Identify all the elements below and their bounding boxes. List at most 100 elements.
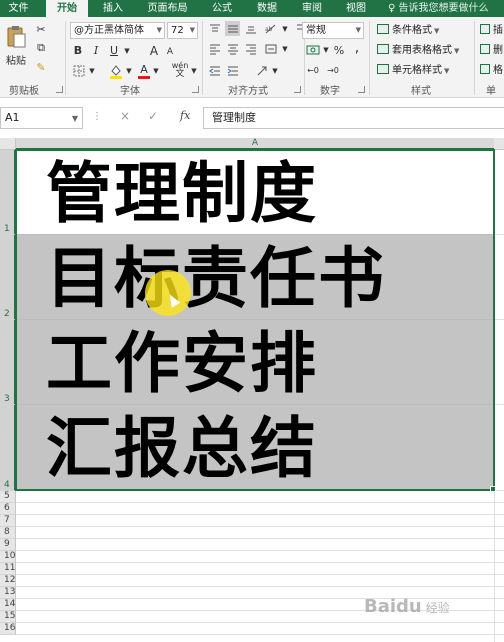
align-left-icon[interactable]	[207, 41, 222, 56]
column-header-a[interactable]: A	[16, 138, 494, 150]
conditional-format-button[interactable]: 条件格式 ▼	[377, 23, 439, 39]
cell-b1[interactable]	[494, 150, 504, 235]
row-header-4[interactable]: 4	[0, 405, 16, 491]
tab-file[interactable]: 文件	[0, 0, 37, 17]
tell-me-search[interactable]: ♀ 告诉我您想要做什么	[388, 0, 489, 17]
cell-a3[interactable]: 工作安排	[16, 320, 494, 405]
row-7[interactable]	[16, 515, 504, 527]
decrease-decimal-icon[interactable]: →0	[325, 63, 341, 77]
format-as-table-button[interactable]: 套用表格格式 ▼	[377, 43, 459, 59]
cell-a4[interactable]: 汇报总结	[16, 405, 494, 491]
align-top-icon[interactable]	[207, 21, 222, 36]
cell-a1[interactable]: 管理制度	[16, 150, 494, 235]
chevron-down-icon[interactable]: ▼	[322, 43, 330, 57]
bold-button[interactable]: B	[72, 43, 84, 58]
tab-insert[interactable]: 插入	[94, 0, 132, 17]
chevron-down-icon[interactable]: ▼	[122, 43, 132, 58]
row-6[interactable]	[16, 503, 504, 515]
tab-review[interactable]: 审阅	[293, 0, 331, 17]
align-right-icon[interactable]	[243, 41, 258, 56]
row-9[interactable]	[16, 539, 504, 551]
row-header-16[interactable]: 16	[0, 623, 16, 635]
phonetic-button[interactable]: wén 文	[172, 62, 189, 79]
number-launcher-icon[interactable]	[358, 86, 365, 93]
font-size-select[interactable]: 72 ▼	[167, 22, 198, 39]
row-header-9[interactable]: 9	[0, 539, 16, 551]
row-header-5[interactable]: 5	[0, 491, 16, 503]
row-header-2[interactable]: 2	[0, 235, 16, 320]
tab-page-layout[interactable]: 页面布局	[140, 0, 195, 17]
clipboard-launcher-icon[interactable]	[56, 86, 63, 93]
fill-color-icon[interactable]	[108, 63, 124, 79]
decrease-indent-icon[interactable]	[207, 63, 222, 78]
cell-b4[interactable]	[494, 405, 504, 491]
enter-icon[interactable]: ✓	[148, 109, 158, 123]
tab-data[interactable]: 数据	[248, 0, 286, 17]
chevron-down-icon[interactable]: ▼	[190, 64, 198, 78]
formula-input[interactable]: 管理制度	[203, 107, 504, 129]
chevron-down-icon[interactable]: ▼	[125, 64, 133, 78]
cell-a2[interactable]: 目标责任书	[16, 235, 494, 320]
delete-cells-button[interactable]: 删	[480, 43, 503, 59]
tab-home[interactable]: 开始	[46, 0, 88, 17]
underline-button[interactable]: U	[108, 43, 120, 58]
chevron-down-icon[interactable]: ▼	[88, 64, 96, 78]
paste-button[interactable]	[5, 25, 27, 49]
row-header-14[interactable]: 14	[0, 599, 16, 611]
percent-button[interactable]: %	[332, 43, 346, 57]
cell-b3[interactable]	[494, 320, 504, 405]
font-name-select[interactable]: @方正黑体简体 ▼	[70, 22, 165, 39]
shrink-font-button[interactable]: A	[164, 45, 176, 58]
italic-button[interactable]: I	[90, 43, 102, 58]
text-direction-icon[interactable]	[254, 63, 269, 78]
row-header-1[interactable]: 1	[0, 150, 16, 235]
row-header-11[interactable]: 11	[0, 563, 16, 575]
font-color-button[interactable]: A	[137, 63, 151, 79]
row-header-7[interactable]: 7	[0, 515, 16, 527]
row-5[interactable]	[16, 491, 504, 503]
row-16[interactable]	[16, 623, 504, 635]
chevron-down-icon[interactable]: ▼	[281, 41, 289, 56]
formula-bar-grip-icon[interactable]: ⋮	[92, 111, 102, 122]
row-8[interactable]	[16, 527, 504, 539]
row-header-3[interactable]: 3	[0, 320, 16, 405]
cancel-icon[interactable]: ×	[120, 109, 130, 123]
borders-icon[interactable]	[72, 64, 86, 78]
fill-handle[interactable]	[490, 486, 496, 492]
format-cells-button[interactable]: 格	[480, 63, 503, 79]
format-painter-icon[interactable]: ✎	[33, 60, 49, 74]
number-format-select[interactable]: 常规 ▼	[302, 22, 364, 39]
align-middle-icon[interactable]	[225, 21, 240, 36]
select-all-corner[interactable]	[0, 138, 16, 150]
row-header-13[interactable]: 13	[0, 587, 16, 599]
insert-function-button[interactable]: fx	[180, 109, 190, 122]
font-launcher-icon[interactable]	[192, 86, 199, 93]
align-bottom-icon[interactable]	[243, 21, 258, 36]
insert-cells-button[interactable]: 插	[480, 23, 503, 39]
chevron-down-icon[interactable]: ▼	[271, 63, 279, 78]
row-10[interactable]	[16, 551, 504, 563]
grow-font-button[interactable]: A	[147, 43, 161, 58]
column-header-b[interactable]	[494, 138, 504, 150]
chevron-down-icon[interactable]: ▼	[281, 21, 289, 36]
chevron-down-icon[interactable]: ▼	[152, 64, 160, 78]
orientation-icon[interactable]: ab	[263, 21, 279, 36]
alignment-launcher-icon[interactable]	[294, 86, 301, 93]
row-header-8[interactable]: 8	[0, 527, 16, 539]
row-header-12[interactable]: 12	[0, 575, 16, 587]
comma-button[interactable]: ,	[352, 40, 362, 56]
row-12[interactable]	[16, 575, 504, 587]
row-header-10[interactable]: 10	[0, 551, 16, 563]
align-center-icon[interactable]	[225, 41, 240, 56]
cut-icon[interactable]: ✂	[33, 22, 49, 36]
row-header-15[interactable]: 15	[0, 611, 16, 623]
row-11[interactable]	[16, 563, 504, 575]
row-header-6[interactable]: 6	[0, 503, 16, 515]
cell-b2[interactable]	[494, 235, 504, 320]
cell-styles-button[interactable]: 单元格样式 ▼	[377, 63, 449, 79]
tab-view[interactable]: 视图	[337, 0, 375, 17]
name-box[interactable]: A1 ▼	[0, 107, 83, 129]
merge-center-icon[interactable]	[263, 41, 278, 56]
increase-decimal-icon[interactable]: ←0	[305, 63, 321, 77]
copy-icon[interactable]: ⧉	[33, 41, 49, 55]
